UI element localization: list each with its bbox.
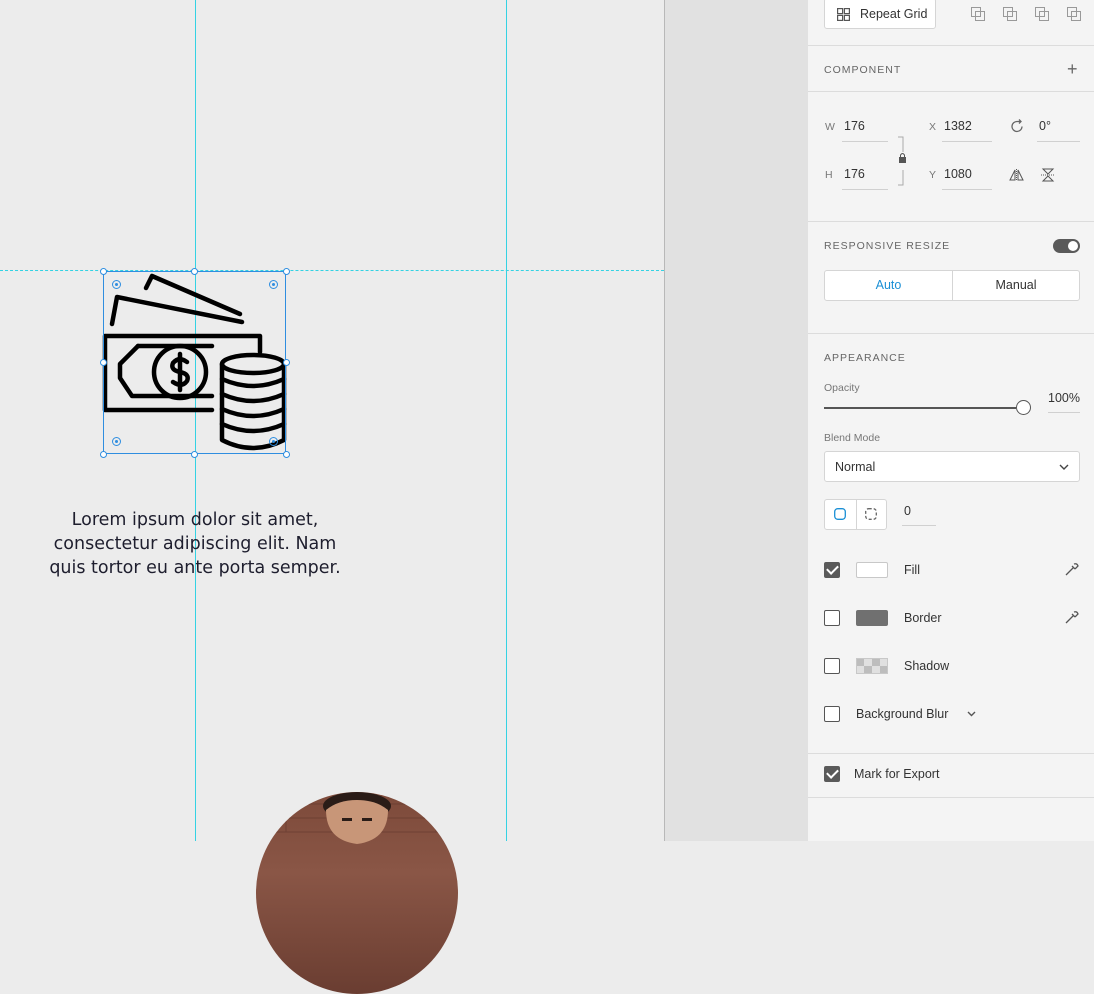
responsive-resize-section: RESPONSIVE RESIZE Auto Manual: [808, 222, 1094, 334]
vertical-guide[interactable]: [506, 0, 507, 841]
resize-handle[interactable]: [100, 451, 107, 458]
repeat-grid-button[interactable]: Repeat Grid: [824, 0, 936, 29]
x-underline: [942, 141, 992, 142]
flip-vertical-icon[interactable]: [1041, 168, 1055, 182]
background-blur-checkbox[interactable]: [824, 706, 840, 722]
shadow-checkbox[interactable]: [824, 658, 840, 674]
border-label: Border: [904, 611, 942, 625]
height-underline: [842, 189, 888, 190]
lorem-line: consectetur adipiscing elit. Nam: [53, 534, 337, 554]
lorem-line: Lorem ipsum dolor sit amet,: [71, 510, 319, 530]
eyedropper-icon[interactable]: [1064, 562, 1079, 577]
uniform-corner-button[interactable]: [825, 500, 857, 529]
y-label: Y: [929, 169, 937, 181]
corner-radius-handle[interactable]: [112, 280, 121, 289]
manual-option[interactable]: Manual: [953, 271, 1079, 300]
add-icon-boolean[interactable]: [971, 7, 985, 21]
grid-icon: [837, 8, 850, 21]
resize-mode-segmented: Auto Manual: [824, 270, 1080, 301]
component-section: COMPONENT +: [808, 45, 1094, 92]
opacity-field[interactable]: 100%: [1048, 391, 1080, 405]
rotate-icon: [1011, 119, 1023, 133]
mark-for-export-label: Mark for Export: [854, 767, 940, 781]
avatar-photo[interactable]: [256, 792, 458, 994]
fill-label: Fill: [904, 563, 920, 577]
width-underline: [842, 141, 888, 142]
resize-handle[interactable]: [283, 359, 290, 366]
corner-radius-handle[interactable]: [269, 280, 278, 289]
component-heading: COMPONENT: [824, 64, 902, 76]
background-blur-label: Background Blur: [856, 707, 949, 721]
y-field[interactable]: 1080: [944, 167, 972, 181]
repeat-grid-label: Repeat Grid: [860, 7, 928, 21]
eyedropper-icon[interactable]: [1064, 610, 1079, 625]
corner-radius-underline: [902, 525, 936, 526]
blend-mode-dropdown[interactable]: Normal: [824, 451, 1080, 482]
lorem-text[interactable]: Lorem ipsum dolor sit amet, consectetur …: [30, 508, 360, 580]
resize-handle[interactable]: [191, 451, 198, 458]
transform-section: W 176 H 176 X 1382 Y 1080 0°: [808, 92, 1094, 222]
resize-handle[interactable]: [191, 268, 198, 275]
fill-checkbox[interactable]: [824, 562, 840, 578]
rotation-field[interactable]: 0°: [1039, 119, 1051, 133]
height-field[interactable]: 176: [844, 167, 865, 181]
fill-color-swatch[interactable]: [856, 562, 888, 578]
opacity-slider-track[interactable]: [824, 407, 1016, 409]
corner-radius-field[interactable]: 0: [904, 504, 911, 518]
subtract-icon-boolean[interactable]: [1003, 7, 1017, 21]
toggle-knob: [1068, 241, 1078, 251]
opacity-slider-thumb[interactable]: [1016, 400, 1031, 415]
y-underline: [942, 189, 992, 190]
export-section: Mark for Export: [808, 754, 1094, 798]
chevron-down-icon[interactable]: [967, 711, 976, 717]
corner-radius-handle[interactable]: [269, 437, 278, 446]
responsive-resize-heading: RESPONSIVE RESIZE: [824, 240, 951, 252]
rounded-square-icon: [834, 508, 846, 520]
appearance-section: APPEARANCE Opacity 100% Blend Mode Norma…: [808, 334, 1094, 754]
border-checkbox[interactable]: [824, 610, 840, 626]
resize-handle[interactable]: [283, 451, 290, 458]
plus-icon[interactable]: +: [1067, 59, 1078, 80]
resize-handle[interactable]: [100, 268, 107, 275]
opacity-label: Opacity: [824, 382, 860, 394]
pasteboard: [664, 0, 808, 841]
corner-mode-segmented: [824, 499, 887, 530]
intersect-icon-boolean[interactable]: [1035, 7, 1049, 21]
appearance-heading: APPEARANCE: [824, 352, 906, 364]
chevron-down-icon: [1059, 464, 1069, 470]
blend-mode-label: Blend Mode: [824, 432, 881, 444]
exclude-icon-boolean[interactable]: [1067, 7, 1081, 21]
opacity-underline: [1048, 412, 1080, 413]
rotation-underline: [1037, 141, 1080, 142]
height-label: H: [825, 169, 833, 181]
per-corner-button[interactable]: [857, 500, 886, 529]
dashed-corners-icon: [865, 508, 877, 520]
corner-radius-handle[interactable]: [112, 437, 121, 446]
lock-aspect-icon[interactable]: [896, 136, 906, 186]
selection-bounding-box[interactable]: [103, 271, 286, 454]
responsive-resize-toggle[interactable]: [1053, 239, 1080, 253]
width-label: W: [825, 121, 835, 133]
auto-option[interactable]: Auto: [825, 271, 953, 300]
x-label: X: [929, 121, 937, 133]
repeat-grid-section: Repeat Grid: [808, 0, 1094, 46]
resize-handle[interactable]: [283, 268, 290, 275]
mark-for-export-checkbox[interactable]: [824, 766, 840, 782]
shadow-swatch[interactable]: [856, 658, 888, 674]
x-field[interactable]: 1382: [944, 119, 972, 133]
resize-handle[interactable]: [100, 359, 107, 366]
blend-mode-value: Normal: [835, 460, 876, 474]
lorem-line: quis tortor eu ante porta semper.: [49, 558, 341, 578]
property-inspector: Repeat Grid COMPONENT + W 176 H 176 X 13…: [808, 0, 1094, 841]
shadow-label: Shadow: [904, 659, 950, 673]
flip-horizontal-icon[interactable]: [1009, 169, 1024, 181]
border-color-swatch[interactable]: [856, 610, 888, 626]
width-field[interactable]: 176: [844, 119, 865, 133]
